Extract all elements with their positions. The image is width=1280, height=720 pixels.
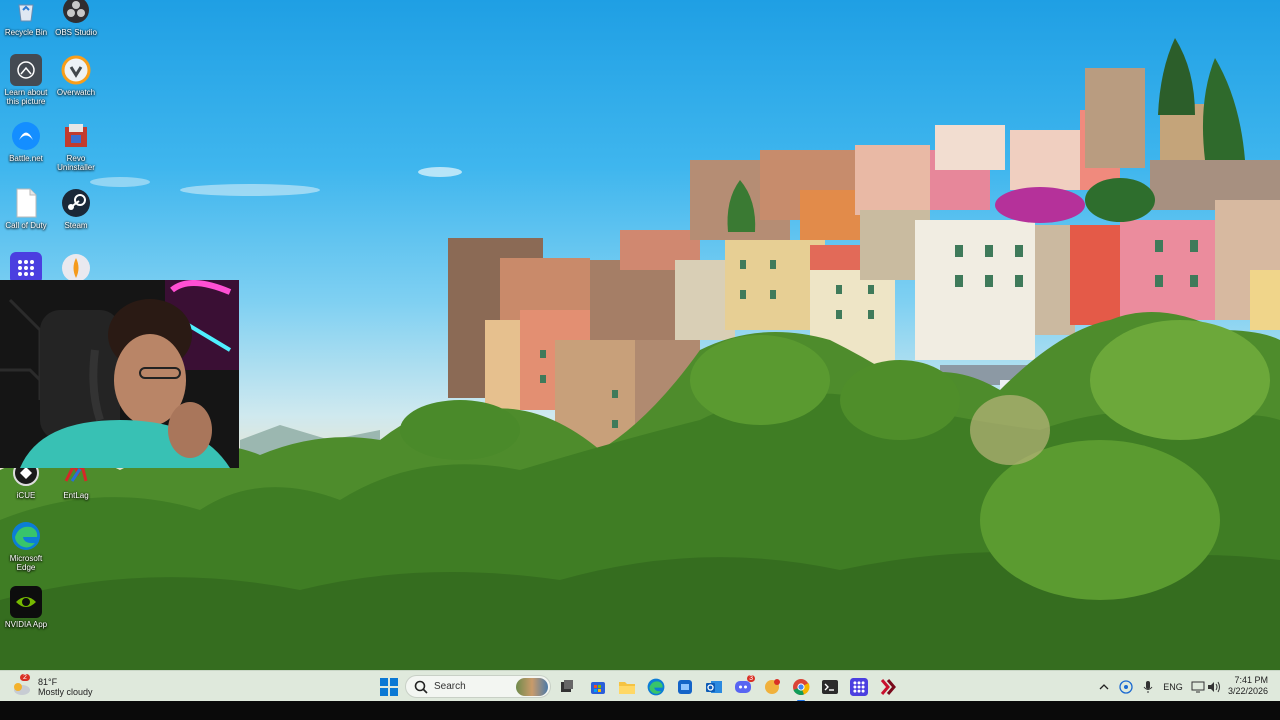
chevron-up-icon	[1099, 684, 1109, 690]
webcam-overlay	[0, 280, 239, 468]
store-icon	[591, 682, 605, 694]
monitor-icon	[1191, 681, 1205, 693]
file-explorer-icon	[619, 682, 635, 694]
taskbar-search[interactable]: Search	[405, 675, 551, 698]
app-icon	[880, 679, 896, 695]
nvidia-icon	[10, 586, 42, 618]
desktop-icon-overwatch[interactable]: Overwatch	[50, 54, 102, 97]
taskbar-app-grid-button[interactable]	[847, 675, 871, 699]
taskbar-clock[interactable]: 7:41 PM 3/22/2026	[1228, 675, 1268, 697]
desktop-icon-recycle-bin[interactable]: Recycle Bin	[0, 0, 52, 37]
network-icon	[1119, 680, 1133, 694]
desktop-icon-steam[interactable]: Steam	[50, 187, 102, 230]
app-icon	[850, 678, 868, 696]
steam-icon	[60, 187, 92, 219]
taskbar-edge-button[interactable]	[644, 675, 668, 699]
overwatch-icon	[60, 54, 92, 86]
tray-volume[interactable]	[1206, 677, 1222, 697]
tray-network-status[interactable]	[1117, 677, 1135, 697]
microphone-icon	[1143, 681, 1153, 693]
tray-microphone[interactable]	[1140, 677, 1156, 697]
revo-uninstaller-icon	[60, 120, 92, 152]
taskbar-app-button-3[interactable]	[876, 675, 900, 699]
desktop-icon-battlenet[interactable]: Battle.net	[0, 120, 52, 163]
search-icon	[414, 680, 428, 694]
screen-bottom-bezel	[0, 701, 1280, 720]
taskbar-terminal-button[interactable]	[818, 675, 842, 699]
terminal-icon	[822, 680, 838, 694]
tray-language[interactable]: ENG	[1160, 677, 1186, 697]
clock-time: 7:41 PM	[1234, 675, 1268, 685]
app-icon	[678, 680, 692, 694]
weather-badge: 2	[20, 674, 30, 681]
taskbar-outlook-button[interactable]	[702, 675, 726, 699]
discord-badge: 3	[747, 675, 755, 682]
weather-condition: Mostly cloudy	[38, 687, 93, 697]
taskbar-file-explorer-button[interactable]	[615, 675, 639, 699]
camera-icon	[10, 54, 42, 86]
taskbar: 2 81°F Mostly cloudy Search 3 ENG 7:41 P…	[0, 670, 1280, 702]
task-view-icon	[561, 680, 573, 692]
recycle-bin-icon	[10, 0, 42, 26]
edge-icon	[647, 678, 665, 696]
task-view-button[interactable]	[555, 675, 579, 699]
taskbar-store-button[interactable]	[586, 675, 610, 699]
search-highlight-icon	[516, 677, 548, 696]
obs-icon	[60, 0, 92, 26]
weather-widget[interactable]: 2 81°F Mostly cloudy	[10, 674, 93, 700]
desktop-icon-call-of-duty[interactable]: Call of Duty	[0, 187, 52, 230]
weather-cloud-icon: 2	[10, 674, 32, 698]
taskbar-chrome-button[interactable]	[789, 675, 813, 702]
tray-display-button[interactable]	[1190, 677, 1206, 697]
start-icon	[380, 678, 398, 696]
chrome-icon	[793, 679, 810, 696]
start-button[interactable]	[377, 675, 401, 699]
desktop-icon-learn-about-picture[interactable]: Learn about this picture	[0, 54, 52, 106]
desktop-icon-obs-studio[interactable]: OBS Studio	[50, 0, 102, 37]
desktop-icon-nvidia-app[interactable]: NVIDIA App	[0, 586, 52, 629]
volume-icon	[1208, 681, 1220, 693]
app-icon	[765, 679, 780, 694]
taskbar-app-button[interactable]	[673, 675, 697, 699]
tray-overflow-button[interactable]	[1097, 677, 1111, 697]
taskbar-discord-button[interactable]: 3	[731, 675, 755, 699]
desktop-icon-microsoft-edge[interactable]: Microsoft Edge	[0, 520, 52, 572]
clock-date: 3/22/2026	[1227, 686, 1268, 696]
weather-temp: 81°F	[38, 677, 58, 687]
battlenet-icon	[10, 120, 42, 152]
search-placeholder: Search	[434, 681, 466, 692]
outlook-icon	[706, 681, 722, 693]
taskbar-app-button-2[interactable]	[760, 675, 784, 699]
edge-icon	[10, 520, 42, 552]
document-icon	[10, 187, 42, 219]
desktop-icon-revo-uninstaller[interactable]: Revo Uninstaller	[50, 120, 102, 172]
